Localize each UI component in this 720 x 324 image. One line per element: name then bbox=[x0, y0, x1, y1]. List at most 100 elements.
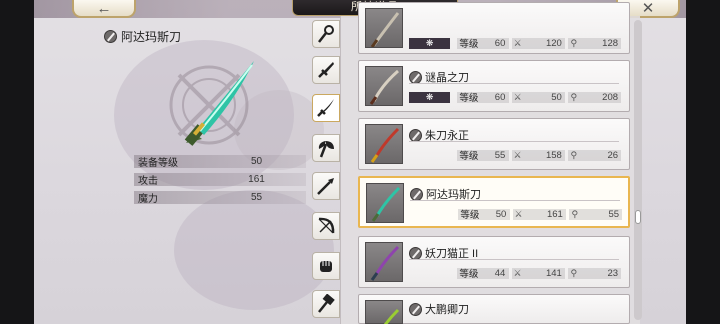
item-card-selected[interactable]: 阿达玛斯刀 等级 50 ⚔ 161 ⚲ 55 bbox=[358, 176, 630, 228]
katana-image bbox=[370, 12, 400, 48]
item-stats: 等级 55 ⚔ 158 ⚲ 26 bbox=[409, 149, 622, 162]
slash-type-icon bbox=[409, 246, 422, 260]
attack-cell: ⚔ 50 bbox=[511, 91, 565, 103]
attack-value: 158 bbox=[545, 149, 562, 161]
attack-value: 120 bbox=[545, 37, 562, 49]
katana-image bbox=[370, 127, 400, 163]
close-x-icon: ✕ bbox=[641, 0, 655, 17]
attack-cell: ⚔ 161 bbox=[512, 208, 566, 220]
attack-value: 50 bbox=[551, 91, 562, 103]
stat-row-equip-level: 装备等级 50 bbox=[134, 155, 306, 169]
wand-stat-icon: ⚲ bbox=[570, 91, 578, 102]
slash-type-icon bbox=[410, 187, 423, 201]
background-decoration bbox=[174, 190, 334, 310]
item-card[interactable]: 妖刀猫正 II 等级 44 ⚔ 141 ⚲ 23 bbox=[358, 236, 630, 288]
selected-item-image bbox=[184, 61, 254, 146]
level-value: 50 bbox=[495, 208, 507, 220]
tab-hammer[interactable] bbox=[312, 290, 340, 318]
katana-image bbox=[369, 69, 399, 105]
back-button[interactable]: ← bbox=[72, 0, 136, 18]
item-name: 大鹏卿刀 bbox=[425, 304, 469, 316]
wand-stat-icon: ⚲ bbox=[570, 37, 578, 48]
level-value: 60 bbox=[494, 91, 506, 103]
stat-value: 161 bbox=[248, 174, 265, 185]
item-thumbnail bbox=[365, 242, 403, 282]
axe-icon bbox=[318, 141, 334, 158]
item-card[interactable]: ❋ 等级 60 ⚔ 120 ⚲ 128 bbox=[358, 2, 630, 54]
slash-type-icon bbox=[409, 128, 422, 142]
tab-dagger[interactable] bbox=[312, 56, 340, 84]
tab-spear[interactable] bbox=[312, 172, 340, 200]
level-value: 60 bbox=[494, 37, 506, 49]
stat-value: 55 bbox=[250, 192, 263, 203]
slash-type-icon bbox=[409, 302, 422, 316]
fist-icon bbox=[320, 261, 332, 272]
stat-label: 攻击 bbox=[138, 176, 158, 187]
level-label: 等级 bbox=[459, 93, 479, 104]
tab-bow[interactable] bbox=[312, 212, 340, 240]
item-thumbnail bbox=[366, 183, 404, 223]
divider bbox=[409, 141, 619, 142]
magic-value: 23 bbox=[607, 267, 619, 279]
item-thumbnail bbox=[365, 124, 403, 164]
attack-value: 141 bbox=[545, 267, 562, 279]
attack-cell: ⚔ 141 bbox=[511, 267, 565, 279]
scrollbar-thumb[interactable] bbox=[635, 210, 641, 224]
sword-stat-icon: ⚔ bbox=[514, 208, 523, 219]
dagger-icon bbox=[318, 62, 334, 78]
divider bbox=[409, 259, 619, 260]
magic-cell: ⚲ 55 bbox=[568, 208, 623, 220]
item-card[interactable]: 朱刀永正 等级 55 ⚔ 158 ⚲ 26 bbox=[358, 118, 630, 170]
level-label: 等级 bbox=[459, 269, 479, 280]
stat-label: 装备等级 bbox=[138, 158, 178, 169]
sword-stat-icon: ⚔ bbox=[513, 91, 522, 102]
bow-icon bbox=[318, 217, 335, 234]
level-cell: 等级 44 bbox=[457, 267, 509, 280]
selected-item-name: 阿达玛斯刀 bbox=[121, 30, 182, 44]
hammer-icon bbox=[318, 294, 335, 313]
attack-cell: ⚔ 158 bbox=[511, 149, 565, 161]
stat-row-attack: 攻击 161 bbox=[134, 173, 306, 187]
inventory-screen: 所持道具 ← ✕ 阿达玛斯刀 装备等级 50 攻击 161 魔力 55 bbox=[34, 0, 686, 324]
wand-stat-icon: ⚲ bbox=[570, 267, 578, 278]
item-stats: 等级 50 ⚔ 161 ⚲ 55 bbox=[410, 208, 623, 221]
stat-row-magic: 魔力 55 bbox=[134, 191, 306, 205]
stat-value: 50 bbox=[250, 156, 263, 167]
stat-label: 魔力 bbox=[138, 194, 158, 205]
katana-image bbox=[370, 245, 400, 281]
item-name-row: 大鹏卿刀 bbox=[409, 301, 469, 317]
item-stats: 等级 44 ⚔ 141 ⚲ 23 bbox=[409, 267, 622, 280]
item-card[interactable]: 大鹏卿刀 bbox=[358, 294, 630, 324]
right-letterbox bbox=[686, 0, 720, 324]
tab-katana[interactable] bbox=[312, 94, 340, 122]
magic-value: 208 bbox=[602, 91, 619, 103]
list-scrollbar[interactable] bbox=[634, 20, 642, 320]
tab-staff[interactable] bbox=[312, 20, 340, 48]
magic-cell: ⚲ 208 bbox=[567, 91, 622, 103]
spear-icon bbox=[317, 178, 334, 195]
tab-fist[interactable] bbox=[312, 252, 340, 280]
sword-stat-icon: ⚔ bbox=[513, 149, 522, 160]
magic-value: 26 bbox=[607, 149, 619, 161]
left-letterbox bbox=[0, 0, 34, 324]
wand-stat-icon: ⚲ bbox=[570, 149, 578, 160]
sword-stat-icon: ⚔ bbox=[513, 37, 522, 48]
slash-type-icon bbox=[104, 30, 117, 43]
slash-type-icon bbox=[409, 70, 422, 84]
item-thumbnail bbox=[365, 300, 403, 324]
level-label: 等级 bbox=[460, 210, 480, 221]
attack-value: 161 bbox=[546, 208, 563, 220]
item-thumbnail bbox=[365, 8, 403, 48]
item-stats: ❋ 等级 60 ⚔ 50 ⚲ 208 bbox=[409, 91, 622, 104]
level-cell: 等级 55 bbox=[457, 149, 509, 162]
magic-value: 55 bbox=[608, 208, 620, 220]
back-arrow-icon: ← bbox=[96, 0, 112, 17]
sword-stat-icon: ⚔ bbox=[513, 267, 522, 278]
tab-axe[interactable] bbox=[312, 134, 340, 162]
level-cell: 等级 50 bbox=[458, 208, 510, 221]
level-label: 等级 bbox=[459, 151, 479, 162]
staff-icon bbox=[318, 25, 334, 43]
item-card[interactable]: 谜晶之刀 ❋ 等级 60 ⚔ 50 ⚲ 208 bbox=[358, 60, 630, 112]
attack-cell: ⚔ 120 bbox=[511, 37, 565, 49]
divider bbox=[409, 83, 619, 84]
